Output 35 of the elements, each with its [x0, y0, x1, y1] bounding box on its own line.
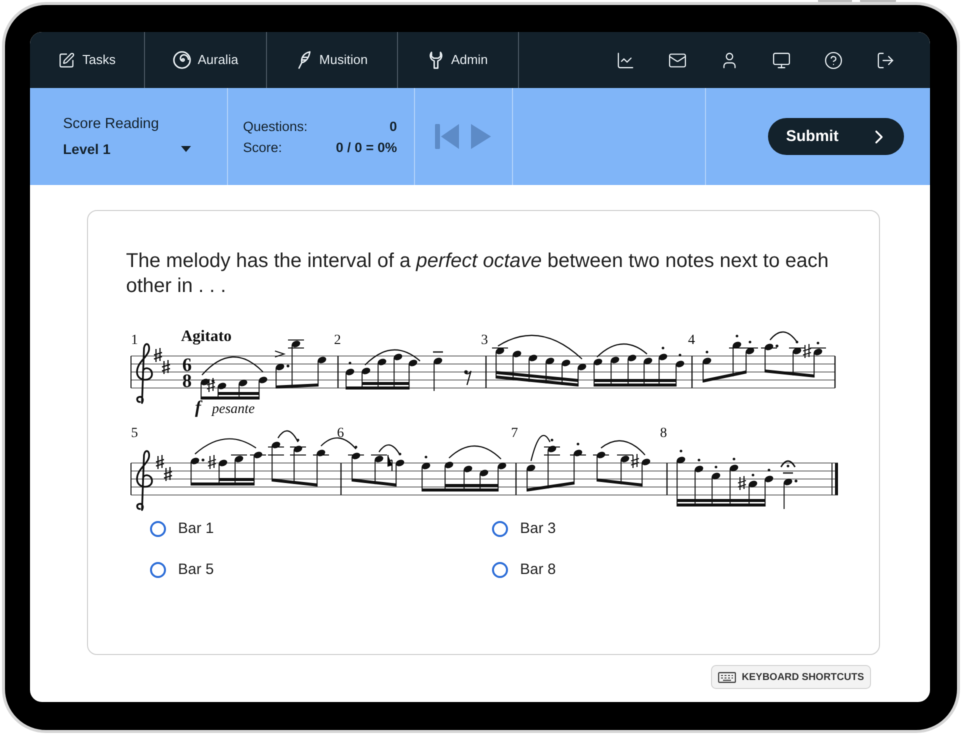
submit-button[interactable]: Submit [768, 118, 904, 155]
bar-number: 3 [481, 333, 488, 348]
stat-value: 0 / 0 = 0% [334, 138, 397, 156]
dynamic-marking: f [195, 397, 201, 417]
pencil-square-icon [58, 52, 76, 68]
stat-value: 0 [388, 118, 397, 134]
caret-down-icon [181, 146, 191, 152]
bar-number: 6 [337, 426, 344, 441]
spiral-icon [172, 51, 191, 69]
bar-number: 4 [688, 333, 695, 348]
keyboard-icon [718, 672, 736, 682]
line-chart-icon[interactable] [616, 50, 635, 70]
logout-icon[interactable] [876, 50, 895, 70]
wrench-icon [428, 51, 444, 69]
stat-label: Score: [243, 138, 284, 156]
help-icon[interactable] [824, 50, 843, 70]
keyboard-shortcuts-button[interactable]: KEYBOARD SHORTCUTS [710, 665, 871, 689]
stat-label: Questions: [243, 118, 308, 134]
bar-number: 5 [131, 426, 138, 441]
bar-number: 1 [131, 333, 138, 348]
bar-number: 8 [660, 426, 667, 441]
monitor-icon[interactable] [772, 50, 791, 70]
answer-option[interactable]: Bar 3 [492, 518, 556, 540]
answer-option[interactable]: Bar 1 [150, 518, 214, 540]
mail-icon[interactable] [668, 50, 687, 70]
level-dropdown[interactable]: Level 1 [63, 140, 191, 158]
bar-number: 2 [334, 333, 341, 348]
answer-option[interactable]: Bar 8 [492, 559, 556, 581]
exercise-title: Score Reading [63, 115, 160, 133]
answer-option[interactable]: Bar 5 [150, 559, 214, 581]
expression-marking: pesante [212, 402, 255, 417]
quill-icon [296, 51, 312, 69]
question-text: The melody has the interval of a perfect octave between two notes next to each other in . . . [126, 249, 830, 299]
bar-number: 7 [511, 426, 518, 441]
tempo-marking: Agitato [181, 328, 232, 345]
